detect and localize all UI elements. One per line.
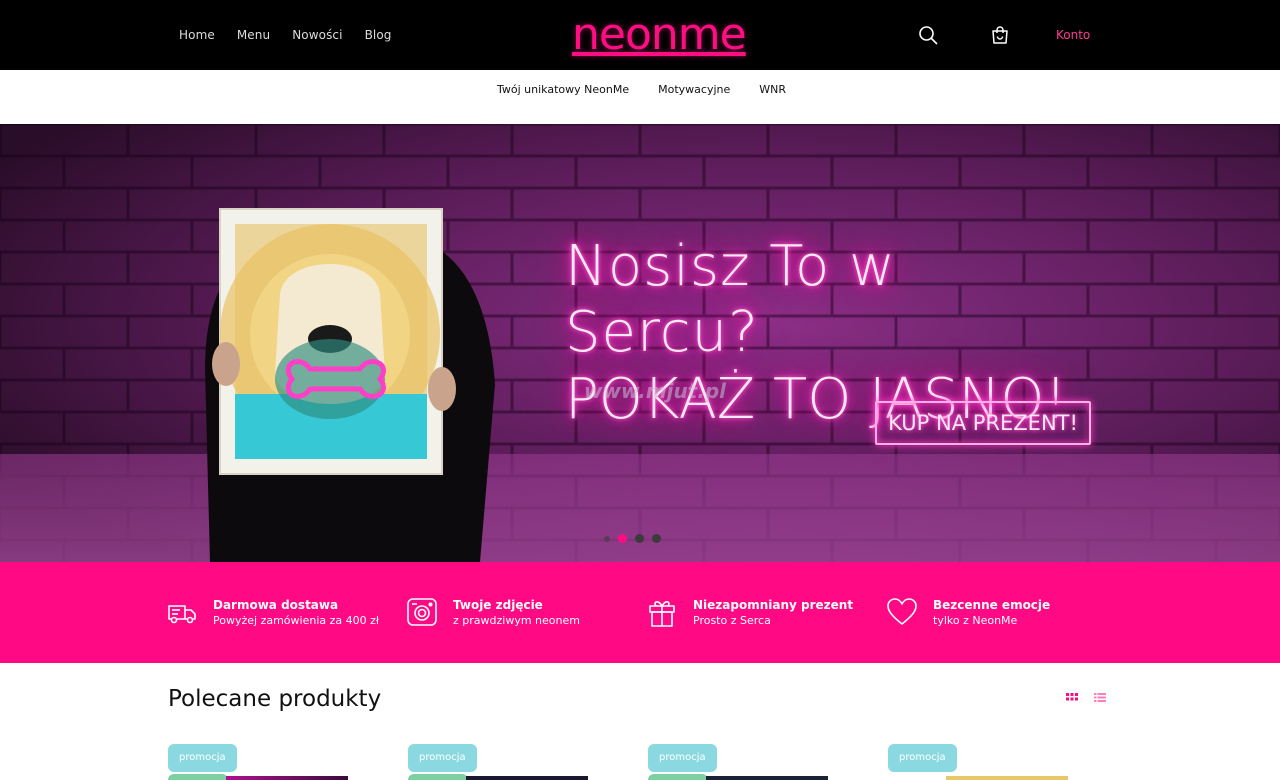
promo-badge: promocja [408, 744, 477, 772]
feature-title: Darmowa dostawa [213, 598, 339, 612]
buy-as-gift-button[interactable]: KUP NA PREZENT! [875, 401, 1091, 445]
search-icon[interactable] [917, 24, 939, 46]
main-nav: Home Menu Nowości Blog [179, 0, 392, 70]
nav-home-link[interactable]: Home [179, 28, 215, 42]
secondary-badge [168, 774, 228, 780]
hero-slider[interactable]: Nosisz To w Sercu? POKAŻ TO JASNO! www.m… [0, 124, 1280, 562]
slider-dot-2[interactable] [635, 534, 644, 543]
secondary-badge [648, 774, 708, 780]
product-thumbnail[interactable] [946, 776, 1068, 780]
shopping-bag-icon[interactable] [989, 24, 1011, 46]
grid-view-icon[interactable] [1065, 690, 1079, 704]
product-card[interactable]: promocja [888, 744, 1088, 780]
secondary-badge [408, 774, 468, 780]
product-thumbnail[interactable] [226, 776, 348, 780]
promo-badge: promocja [648, 744, 717, 772]
hero-watermark: www.mjut.pl [584, 379, 727, 403]
product-card[interactable]: promocja [648, 744, 848, 780]
section-title: Polecane produkty [168, 686, 382, 712]
promo-badge: promocja [168, 744, 237, 772]
product-card[interactable]: promocja [168, 744, 368, 780]
slider-dots [604, 534, 661, 543]
nav-blog-link[interactable]: Blog [365, 28, 392, 42]
slider-dot-3[interactable] [652, 534, 661, 543]
hero-headline-line1: Nosisz To w Sercu? [565, 234, 896, 365]
features-strip: Darmowa dostawa Powyżej zamówienia za 40… [0, 562, 1280, 663]
feature-subtitle: Prosto z Serca [693, 614, 771, 627]
gift-icon [646, 596, 678, 628]
feature-title: Niezapomniany prezent [693, 598, 854, 612]
product-thumbnail[interactable] [466, 776, 588, 780]
product-card[interactable]: promocja [408, 744, 608, 780]
feature-subtitle: tylko z NeonMe [933, 614, 1018, 627]
top-header: Home Menu Nowości Blog neonme Konto [0, 0, 1280, 70]
feature-subtitle: Powyżej zamówienia za 400 zł [213, 614, 380, 627]
site-logo[interactable]: neonme [572, 10, 747, 60]
category-motivational-link[interactable]: Motywacyjne [658, 83, 730, 96]
feature-title: Twoje zdjęcie [453, 598, 543, 612]
feature-subtitle: z prawdziwym neonem [453, 614, 580, 627]
delivery-truck-icon [166, 596, 198, 628]
promo-badge: promocja [888, 744, 957, 772]
slider-dot-1[interactable] [618, 534, 627, 543]
account-link[interactable]: Konto [1056, 0, 1090, 70]
list-view-icon[interactable] [1093, 690, 1107, 704]
feature-title: Bezcenne emocje [933, 598, 1051, 612]
slider-dot-prev[interactable] [604, 535, 610, 542]
nav-new-link[interactable]: Nowości [292, 28, 342, 42]
nav-menu-link[interactable]: Menu [237, 28, 270, 42]
camera-icon [406, 596, 438, 628]
category-nav: Twój unikatowy NeonMe Motywacyjne WNR [0, 70, 1280, 124]
product-thumbnail[interactable] [706, 776, 828, 780]
category-wnr-link[interactable]: WNR [759, 83, 786, 96]
category-unique-link[interactable]: Twój unikatowy NeonMe [497, 83, 629, 96]
heart-icon [886, 596, 918, 628]
